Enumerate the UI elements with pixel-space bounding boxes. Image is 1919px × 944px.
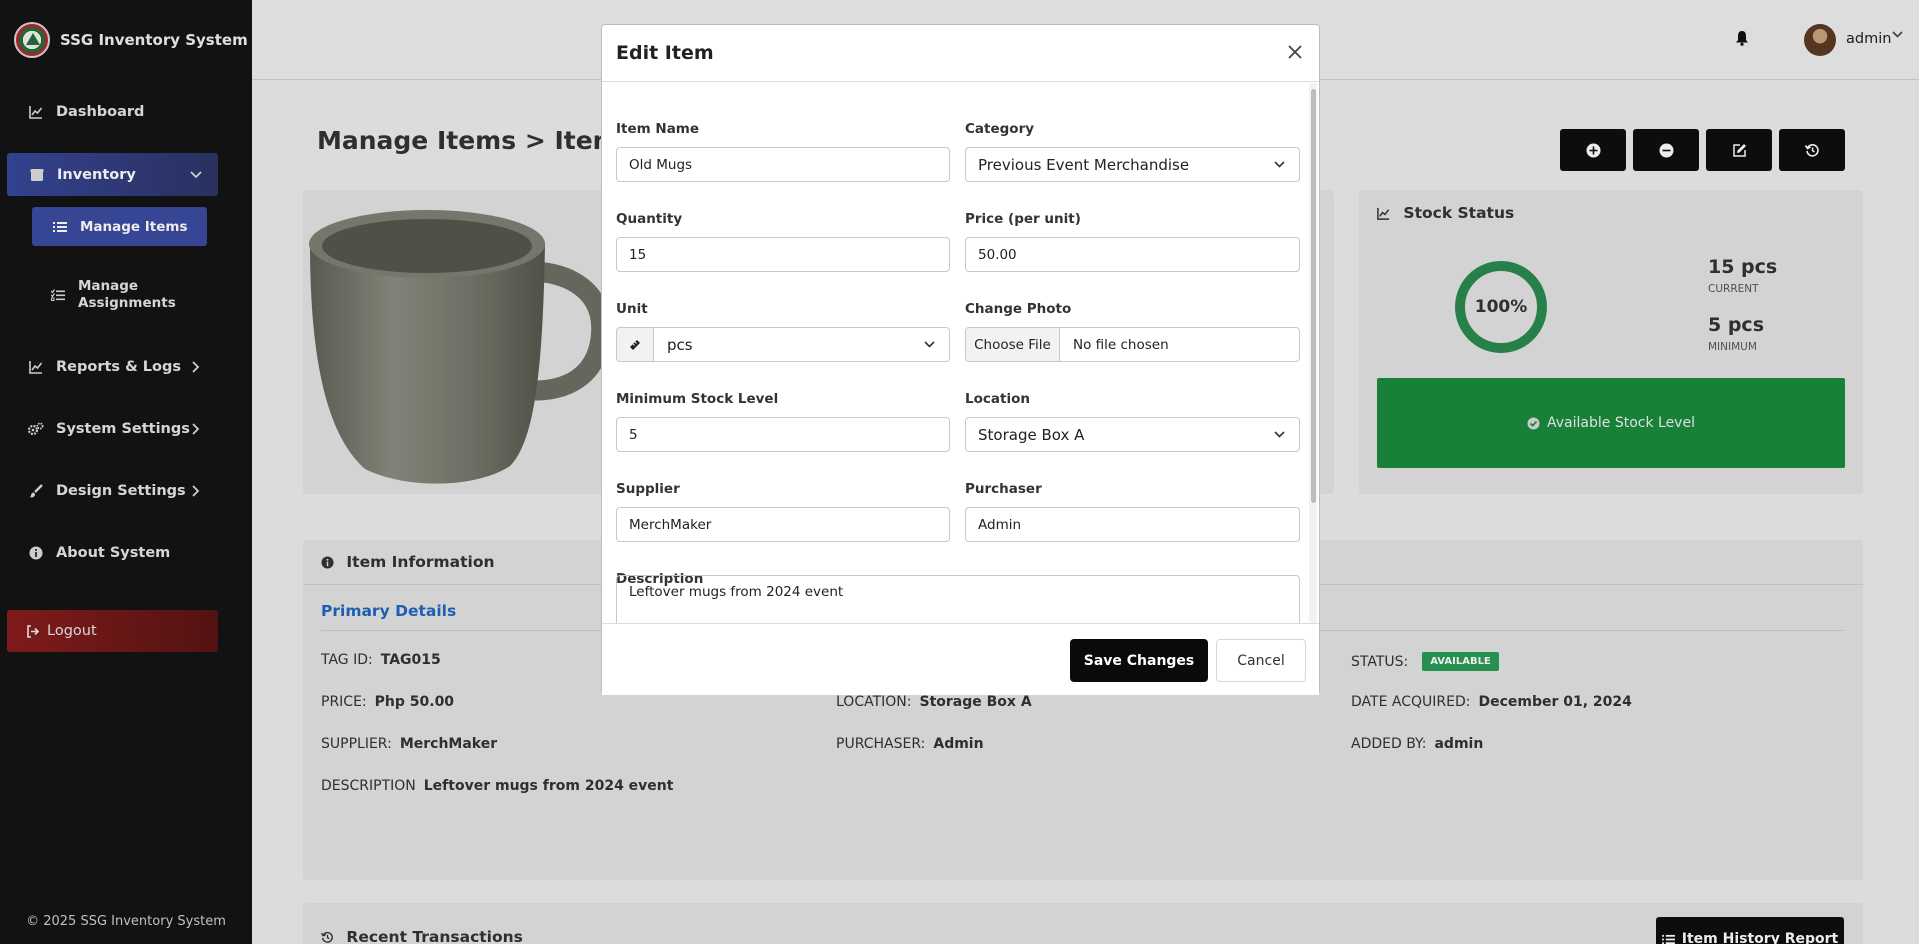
- modal-body[interactable]: Item Name Old Mugs Category Previous Eve…: [602, 83, 1319, 623]
- category-label: Category: [965, 121, 1035, 137]
- photo-file-input[interactable]: Choose File No file chosen: [965, 327, 1300, 362]
- chevron-down-icon: [1274, 431, 1285, 438]
- quantity-input[interactable]: 15: [616, 237, 950, 272]
- price-label: Price (per unit): [965, 211, 1081, 227]
- purchaser-input[interactable]: Admin: [965, 507, 1300, 542]
- item-name-label: Item Name: [616, 121, 700, 137]
- ruler-icon: [617, 328, 654, 361]
- description-textarea[interactable]: Leftover mugs from 2024 event: [616, 575, 1300, 627]
- cancel-button[interactable]: Cancel: [1216, 639, 1306, 682]
- modal-title: Edit Item: [616, 42, 714, 64]
- modal-footer: Save Changes Cancel: [602, 623, 1319, 695]
- min-stock-input[interactable]: 5: [616, 417, 950, 452]
- change-photo-label: Change Photo: [965, 301, 1072, 317]
- chevron-down-icon: [924, 341, 935, 348]
- supplier-value: MerchMaker: [629, 516, 712, 533]
- modal-header: Edit Item: [602, 25, 1319, 82]
- location-select[interactable]: Storage Box A: [965, 417, 1300, 452]
- price-input[interactable]: 50.00: [965, 237, 1300, 272]
- chevron-down-icon: [1274, 161, 1285, 168]
- category-select[interactable]: Previous Event Merchandise: [965, 147, 1300, 182]
- location-label: Location: [965, 391, 1030, 407]
- unit-value: pcs: [667, 335, 693, 354]
- close-icon[interactable]: [1283, 40, 1307, 64]
- choose-file-button[interactable]: Choose File: [966, 328, 1060, 361]
- modal-scrollbar-thumb[interactable]: [1311, 89, 1316, 503]
- min-stock-value: 5: [629, 426, 638, 443]
- price-value: 50.00: [978, 246, 1017, 263]
- category-value: Previous Event Merchandise: [978, 155, 1190, 174]
- save-changes-button[interactable]: Save Changes: [1070, 639, 1208, 682]
- purchaser-value: Admin: [978, 516, 1022, 533]
- item-name-value: Old Mugs: [629, 156, 693, 173]
- description-value: Leftover mugs from 2024 event: [629, 584, 844, 600]
- file-status: No file chosen: [1073, 336, 1169, 353]
- quantity-value: 15: [629, 246, 647, 263]
- unit-label: Unit: [616, 301, 648, 317]
- min-stock-label: Minimum Stock Level: [616, 391, 779, 407]
- location-value: Storage Box A: [978, 425, 1085, 444]
- supplier-input[interactable]: MerchMaker: [616, 507, 950, 542]
- supplier-label: Supplier: [616, 481, 680, 497]
- item-name-input[interactable]: Old Mugs: [616, 147, 950, 182]
- quantity-label: Quantity: [616, 211, 683, 227]
- edit-item-modal: Edit Item Item Name Old Mugs Category Pr…: [601, 24, 1320, 695]
- unit-select[interactable]: pcs: [616, 327, 950, 362]
- purchaser-label: Purchaser: [965, 481, 1042, 497]
